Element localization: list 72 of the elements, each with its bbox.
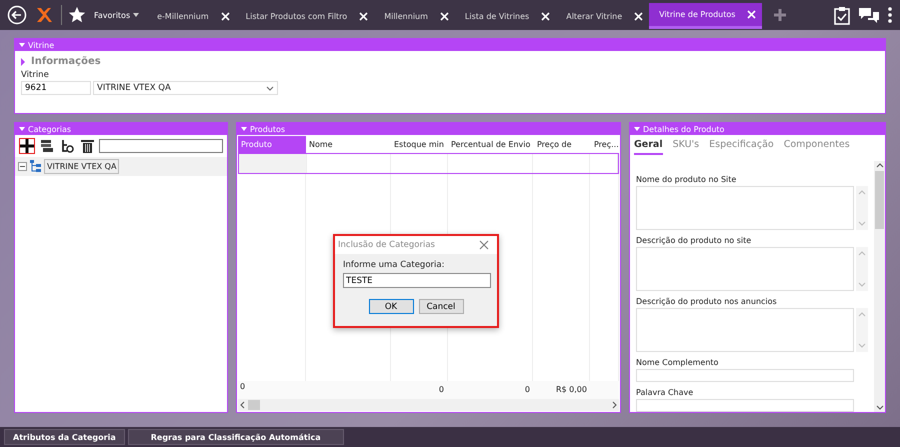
subtree-icon[interactable]: [59, 138, 75, 154]
trash-icon[interactable]: [79, 138, 95, 154]
panel-title: Detalhes do Produto: [643, 124, 724, 134]
tab[interactable]: Componentes: [784, 139, 850, 153]
column-header[interactable]: Preço de: [534, 136, 591, 153]
search-field[interactable]: [99, 139, 223, 153]
logo-icon[interactable]: [35, 5, 53, 25]
input-field[interactable]: [636, 399, 854, 412]
app-tab[interactable]: Millennium: [374, 3, 455, 29]
scrollbar[interactable]: [856, 186, 868, 230]
tab[interactable]: SKU's: [672, 139, 700, 153]
section-title: Informações: [31, 56, 101, 67]
category-field[interactable]: TESTE: [343, 273, 491, 288]
app-tab[interactable]: Alterar Vitrine: [556, 3, 650, 29]
panel-title: Vitrine: [28, 40, 54, 50]
scrollbar[interactable]: [238, 399, 619, 411]
column-header[interactable]: Preç...: [591, 136, 619, 153]
caret-icon[interactable]: [133, 13, 140, 17]
collapse-icon[interactable]: [19, 43, 25, 47]
add-tab-icon[interactable]: [774, 9, 786, 21]
cancel-button[interactable]: Cancel: [418, 299, 464, 314]
add-icon[interactable]: [19, 138, 35, 154]
chat-icon[interactable]: [858, 6, 880, 24]
action-button[interactable]: Atributos da Categoria: [4, 429, 125, 445]
chevron-down-icon[interactable]: [266, 86, 274, 90]
collapse-icon[interactable]: [19, 127, 25, 131]
panel-title: Categorias: [28, 124, 72, 134]
code-field[interactable]: 9621: [21, 81, 91, 95]
more-icon[interactable]: [888, 7, 892, 23]
collapse-icon[interactable]: [241, 127, 247, 131]
list-icon[interactable]: [39, 138, 55, 154]
field-label: Nome do produto no Site: [636, 175, 738, 184]
total-cell: R$ 0,00: [556, 385, 587, 394]
action-button[interactable]: Regras para Classificação Automática: [128, 429, 344, 445]
new-row[interactable]: [238, 153, 619, 174]
app-tab[interactable]: Listar Produtos com Filtro: [236, 3, 374, 29]
scrollbar[interactable]: [874, 161, 885, 412]
field-label: Descrição do produto nos anuncios: [636, 297, 778, 306]
app-tab[interactable]: Lista de Vitrines: [454, 3, 556, 29]
ok-button[interactable]: OK: [368, 299, 414, 314]
field-label: Nome Complemento: [636, 358, 720, 367]
field-label: Vitrine: [21, 70, 50, 80]
prompt-label: Informe uma Categoria:: [343, 260, 446, 270]
tree-item[interactable]: VITRINE VTEX QA: [44, 159, 120, 174]
dialog-title: Inclusão de Categorias: [338, 240, 435, 250]
tab[interactable]: Especificação: [709, 139, 774, 153]
column-header[interactable]: Nome: [306, 136, 391, 153]
collapse-icon[interactable]: [634, 127, 640, 131]
favorites-menu[interactable]: Favoritos: [94, 10, 148, 20]
back-icon[interactable]: [7, 5, 27, 25]
panel-title: Produtos: [250, 124, 286, 134]
app-tab[interactable]: e-Millennium: [147, 3, 236, 29]
scroll-thumb[interactable]: [875, 171, 884, 229]
scrollbar[interactable]: [856, 247, 868, 291]
vitrine-select[interactable]: VITRINE VTEX QA: [93, 81, 278, 95]
clipboard-icon[interactable]: [834, 6, 850, 24]
input-field[interactable]: [636, 369, 854, 382]
app-tab[interactable]: Vitrine de Produtos: [649, 3, 762, 29]
total-cell: 0: [240, 382, 246, 391]
scrollbar[interactable]: [856, 308, 868, 352]
total-cell: 0: [438, 385, 444, 394]
column-header[interactable]: Percentual de Envio: [448, 136, 534, 153]
scroll-thumb[interactable]: [248, 400, 260, 410]
tab[interactable]: Geral: [634, 139, 663, 155]
total-cell: 0: [524, 385, 530, 394]
field-label: Descrição do produto no site: [636, 236, 752, 245]
star-icon[interactable]: [68, 6, 86, 24]
column-header[interactable]: Estoque min: [391, 136, 448, 153]
column-header[interactable]: Produto: [238, 136, 306, 153]
field-label: Palavra Chave: [636, 388, 694, 397]
collapse-icon[interactable]: [18, 162, 27, 171]
tree-icon: [30, 160, 41, 173]
